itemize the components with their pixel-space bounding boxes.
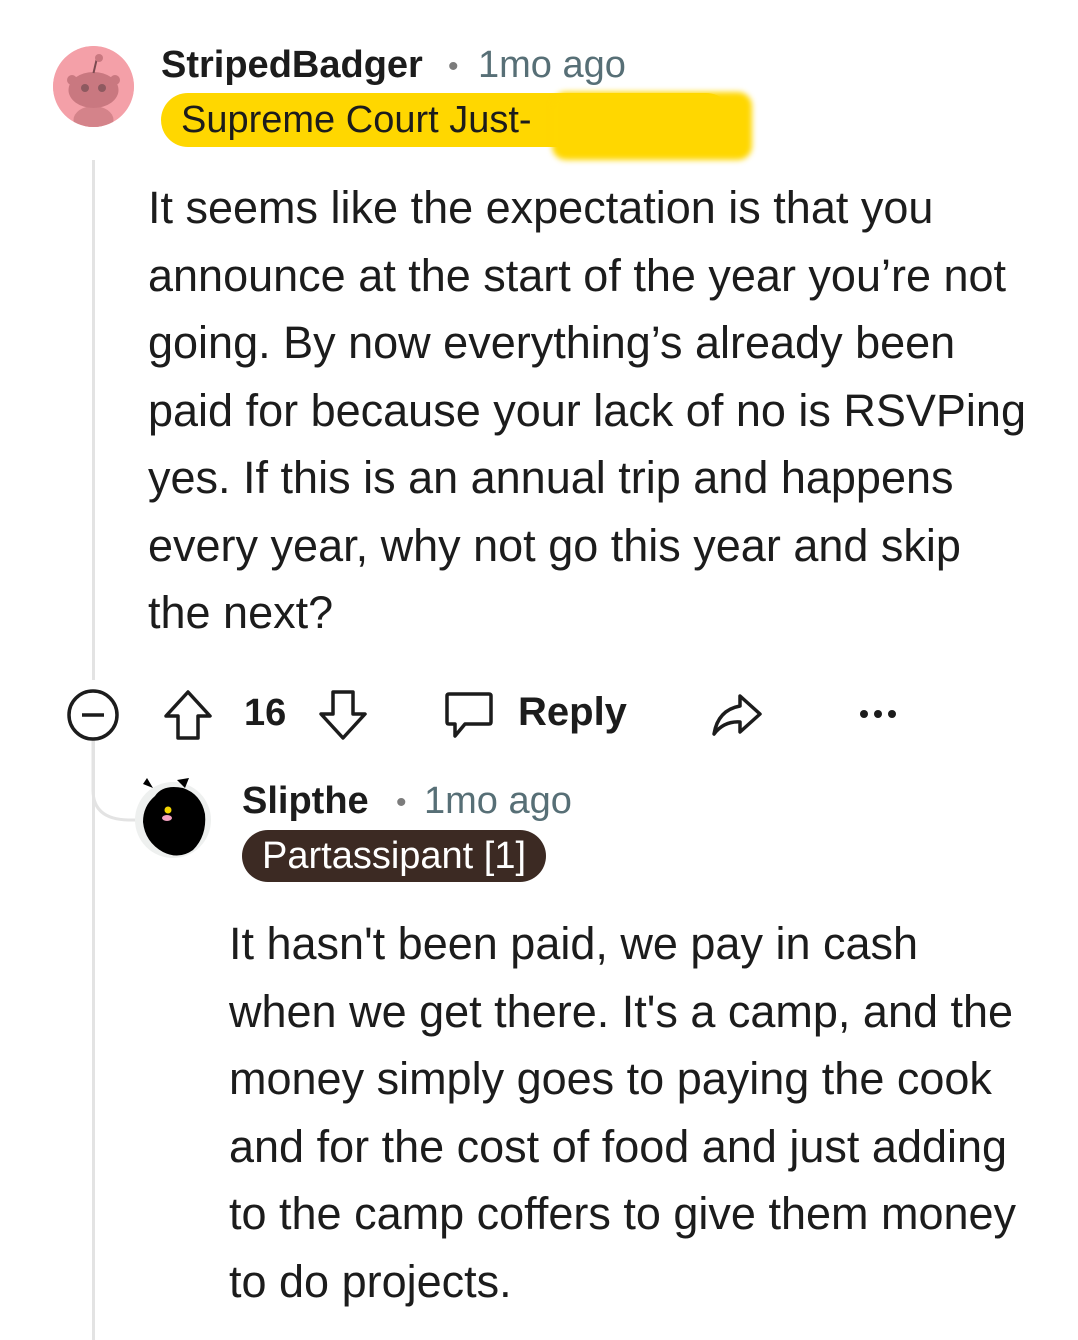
avatar-slipthe[interactable] [135,778,212,860]
reply-label: Reply [518,690,627,734]
vote-count: 16 [244,692,287,734]
reply-meta-separator: • [396,786,407,819]
user-avatar-icon [135,778,211,858]
more-icon[interactable] [858,705,898,723]
comment-timestamp: 1mo ago [478,44,626,86]
user-flair-text: Supreme Court Just- [181,99,532,141]
avatar-stripedbadger[interactable] [53,46,134,127]
share-icon[interactable] [710,688,764,740]
comment-username[interactable]: StripedBadger [161,44,423,87]
meta-separator: • [448,50,459,83]
reply-username[interactable]: Slipthe [242,780,369,823]
reply-body: It hasn't been paid, we pay in cash when… [229,918,1017,1307]
redaction-overlay [552,92,752,160]
upvote-icon[interactable] [162,688,214,742]
thread-line-continuation [92,740,95,1340]
reply-button[interactable]: Reply [443,686,633,744]
reply-user-flair: Partassipant [1] [242,830,547,882]
collapse-icon[interactable] [66,688,120,742]
snoo-avatar-icon [53,46,134,127]
downvote-icon[interactable] [317,688,369,742]
thread-line-main [92,160,95,680]
reply-timestamp: 1mo ago [424,780,572,822]
comment-body: It seems like the expectation is that yo… [148,182,1026,638]
reply-icon [445,692,493,738]
